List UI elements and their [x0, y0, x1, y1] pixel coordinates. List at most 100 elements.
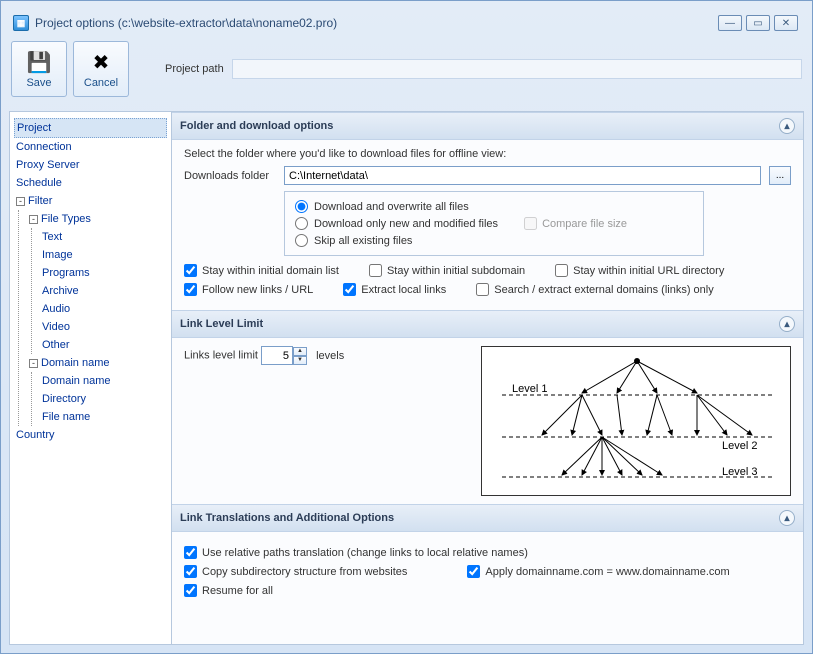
checkbox-extract-local-label: Extract local links: [361, 284, 446, 296]
link-limit-suffix: levels: [316, 350, 344, 362]
tree-connection[interactable]: Connection: [14, 138, 167, 156]
checkbox-search-external[interactable]: [476, 283, 489, 296]
toolbar: 💾 Save ✖ Cancel Project path: [9, 37, 804, 105]
radio-overwrite-label: Download and overwrite all files: [314, 201, 469, 213]
collapse-icon[interactable]: -: [29, 215, 38, 224]
checkbox-extract-local[interactable]: [343, 283, 356, 296]
collapse-icon[interactable]: -: [29, 359, 38, 368]
checkbox-stay-domain[interactable]: [184, 264, 197, 277]
tree-domainname[interactable]: -Domain name: [27, 354, 167, 372]
tree-ft-other[interactable]: Other: [40, 336, 167, 354]
spin-down-button[interactable]: ▼: [293, 356, 307, 365]
minimize-button[interactable]: —: [718, 15, 742, 31]
checkbox-resume-all-label: Resume for all: [202, 585, 273, 597]
tree-dn-directory[interactable]: Directory: [40, 390, 167, 408]
checkbox-stay-subdomain-label: Stay within initial subdomain: [387, 265, 525, 277]
window-controls: — ▭ ✕: [718, 15, 798, 31]
link-limit-input[interactable]: [261, 346, 293, 365]
chevron-up-icon[interactable]: ▴: [779, 316, 795, 332]
section-folder-header: Folder and download options ▴: [172, 112, 803, 140]
tree-ft-image[interactable]: Image: [40, 246, 167, 264]
diagram-level1-label: Level 1: [512, 383, 547, 395]
tree-domainname-label: Domain name: [41, 357, 109, 369]
section-folder-body: Select the folder where you'd like to do…: [172, 140, 803, 310]
radio-newmod[interactable]: [295, 217, 308, 230]
checkbox-compare-size-label: Compare file size: [542, 218, 627, 230]
tree-country[interactable]: Country: [14, 426, 167, 444]
save-icon: 💾: [25, 49, 53, 75]
spin-up-button[interactable]: ▲: [293, 347, 307, 356]
content: Project Connection Proxy Server Schedule…: [9, 111, 804, 645]
save-label: Save: [26, 77, 51, 89]
checkbox-search-external-label: Search / extract external domains (links…: [494, 284, 713, 296]
main-panel: Folder and download options ▴ Select the…: [172, 112, 803, 644]
checkbox-resume-all[interactable]: [184, 584, 197, 597]
checkbox-relative-paths[interactable]: [184, 546, 197, 559]
radio-skip-label: Skip all existing files: [314, 235, 412, 247]
download-mode-group: Download and overwrite all files Downloa…: [284, 191, 704, 256]
section-linklevel-header: Link Level Limit ▴: [172, 310, 803, 338]
radio-overwrite[interactable]: [295, 200, 308, 213]
radio-newmod-label: Download only new and modified files: [314, 218, 498, 230]
section-linklevel-title: Link Level Limit: [180, 318, 263, 330]
cancel-button[interactable]: ✖ Cancel: [73, 41, 129, 97]
downloads-folder-label: Downloads folder: [184, 170, 276, 182]
section-trans-header: Link Translations and Additional Options…: [172, 504, 803, 532]
checkbox-copy-subdir-label: Copy subdirectory structure from website…: [202, 566, 407, 578]
browse-button[interactable]: ...: [769, 166, 791, 185]
tree-project[interactable]: Project: [14, 118, 167, 138]
app-icon: ▦: [13, 15, 29, 31]
cancel-label: Cancel: [84, 77, 118, 89]
cancel-icon: ✖: [87, 49, 115, 75]
tree-nav: Project Connection Proxy Server Schedule…: [10, 112, 172, 644]
project-path-field[interactable]: [232, 59, 802, 79]
project-path-label: Project path: [165, 63, 224, 75]
tree-ft-archive[interactable]: Archive: [40, 282, 167, 300]
link-limit-controls: Links level limit ▲ ▼ levels: [184, 346, 344, 496]
titlebar: ▦ Project options (c:\website-extractor\…: [9, 9, 804, 37]
close-button[interactable]: ✕: [774, 15, 798, 31]
tree-filetypes[interactable]: -File Types: [27, 210, 167, 228]
checkbox-follow-new-label: Follow new links / URL: [202, 284, 313, 296]
tree-ft-programs[interactable]: Programs: [40, 264, 167, 282]
checkbox-follow-new[interactable]: [184, 283, 197, 296]
checkbox-apply-domain-label: Apply domainname.com = www.domainname.co…: [485, 566, 729, 578]
section-linklevel-body: Links level limit ▲ ▼ levels: [172, 338, 803, 504]
radio-skip[interactable]: [295, 234, 308, 247]
section-trans-title: Link Translations and Additional Options: [180, 512, 394, 524]
tree-ft-audio[interactable]: Audio: [40, 300, 167, 318]
checkbox-stay-subdomain[interactable]: [369, 264, 382, 277]
diagram-level2-label: Level 2: [722, 440, 757, 452]
checkbox-relative-paths-label: Use relative paths translation (change l…: [202, 547, 528, 559]
checkbox-compare-size: [524, 217, 537, 230]
checkbox-copy-subdir[interactable]: [184, 565, 197, 578]
checkbox-apply-domain[interactable]: [467, 565, 480, 578]
tree-filter[interactable]: -Filter: [14, 192, 167, 210]
checkbox-stay-domain-label: Stay within initial domain list: [202, 265, 339, 277]
checkbox-stay-urldir[interactable]: [555, 264, 568, 277]
maximize-button[interactable]: ▭: [746, 15, 770, 31]
chevron-up-icon[interactable]: ▴: [779, 118, 795, 134]
tree-dn-filename[interactable]: File name: [40, 408, 167, 426]
tree-dn-domain[interactable]: Domain name: [40, 372, 167, 390]
chevron-up-icon[interactable]: ▴: [779, 510, 795, 526]
tree-schedule[interactable]: Schedule: [14, 174, 167, 192]
section-folder-title: Folder and download options: [180, 120, 333, 132]
tree-filter-label: Filter: [28, 195, 52, 207]
window-title: Project options (c:\website-extractor\da…: [35, 16, 337, 30]
save-button[interactable]: 💾 Save: [11, 41, 67, 97]
collapse-icon[interactable]: -: [16, 197, 25, 206]
tree-proxy[interactable]: Proxy Server: [14, 156, 167, 174]
project-path-row: Project path: [165, 59, 802, 79]
tree-filetypes-label: File Types: [41, 213, 91, 225]
link-level-diagram: Level 1 Level 2 Level 3: [481, 346, 791, 496]
folder-intro: Select the folder where you'd like to do…: [184, 148, 791, 160]
downloads-folder-input[interactable]: [284, 166, 761, 185]
tree-ft-video[interactable]: Video: [40, 318, 167, 336]
diagram-level3-label: Level 3: [722, 466, 757, 478]
downloads-folder-row: Downloads folder ...: [184, 166, 791, 185]
section-trans-body: Use relative paths translation (change l…: [172, 532, 803, 611]
window: ▦ Project options (c:\website-extractor\…: [0, 0, 813, 654]
tree-ft-text[interactable]: Text: [40, 228, 167, 246]
checkbox-stay-urldir-label: Stay within initial URL directory: [573, 265, 724, 277]
